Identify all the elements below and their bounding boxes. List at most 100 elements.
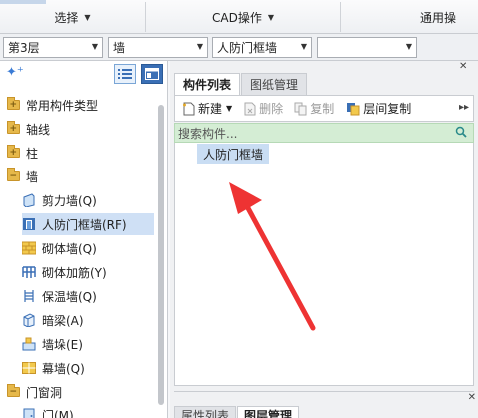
ribbon: 选择 ▼ CAD操作 ▼ 通用操 (0, 0, 478, 34)
tree-item-insulation-wall[interactable]: 保温墙(Q) (22, 285, 154, 307)
tree-item-label: 幕墙(Q) (42, 361, 85, 376)
sparkle-icon[interactable]: ✦⁺ (6, 65, 24, 80)
tree-item-label: 保温墙(Q) (42, 289, 97, 304)
floor-select[interactable]: 第3层 ▼ (3, 37, 103, 58)
tab-properties[interactable]: 属性列表 (174, 406, 237, 418)
tree-item-hidden-beam[interactable]: 暗梁(A) (22, 309, 154, 331)
tree-folder-column[interactable]: + 柱 (6, 142, 156, 164)
shear-wall-icon (22, 193, 36, 207)
ribbon-separator (340, 2, 341, 32)
tree-item-label: 门(M) (42, 408, 74, 418)
panel-tabs: 构件列表 图纸管理 (174, 73, 308, 95)
masonry-reinforcement-icon (22, 265, 36, 279)
door-icon (22, 408, 36, 418)
tree-item-civil-defense-wall[interactable]: 人防门框墙(RF) (22, 213, 154, 235)
tab-layer-management[interactable]: 图层管理 (237, 406, 300, 418)
ribbon-group-general[interactable]: 通用操 (420, 0, 478, 34)
wall-pier-icon (22, 337, 36, 351)
category-select-value: 墙 (113, 41, 126, 55)
tree-folder-wall[interactable]: − 墙 (6, 165, 156, 187)
chevron-down-icon: ▼ (267, 12, 274, 22)
ribbon-group-label: CAD操作 (212, 10, 262, 25)
chevron-down-icon: ▼ (84, 12, 91, 22)
tree-item-label: 剪力墙(Q) (42, 193, 97, 208)
new-button-label: 新建 (198, 102, 223, 116)
chevron-down-icon: ▼ (196, 42, 203, 51)
tree-item-curtain-wall[interactable]: 幕墙(Q) (22, 357, 154, 379)
tree-item-label: 暗梁(A) (42, 313, 84, 328)
tree-item-door[interactable]: 门(M) (22, 404, 154, 418)
tree-scrollbar[interactable] (157, 93, 165, 418)
tree-item-masonry-reinforcement[interactable]: 砌体加筋(Y) (22, 261, 154, 283)
delete-icon (242, 102, 256, 116)
new-button[interactable]: 新建 ▼ (181, 100, 232, 117)
folder-icon: + (6, 97, 20, 112)
bottom-tabs: 属性列表 图层管理 (174, 406, 300, 418)
folder-open-icon: − (6, 168, 20, 183)
ribbon-group-label: 通用操 (420, 10, 457, 25)
subtype-select-value: 人防门框墙 (217, 41, 278, 55)
tree-item-label: 墙垛(E) (42, 337, 83, 352)
category-select[interactable]: 墙 ▼ (108, 37, 208, 58)
tree-folder-common[interactable]: + 常用构件类型 (6, 94, 156, 116)
delete-button-label: 删除 (259, 102, 284, 116)
floor-copy-icon (346, 102, 360, 116)
ribbon-group-label: 选择 (54, 10, 79, 25)
scrollbar-thumb[interactable] (158, 105, 164, 405)
overflow-chevron-icon[interactable]: ▸▸ (459, 102, 469, 113)
ribbon-group-select[interactable]: 选择 ▼ (0, 0, 145, 34)
tree-item-label: 柱 (26, 146, 39, 161)
component-list: 人防门框墙 (174, 143, 474, 386)
close-icon[interactable]: ✕ (468, 392, 476, 403)
tree-item-masonry-wall[interactable]: 砌体墙(Q) (22, 237, 154, 259)
chevron-down-icon: ▼ (226, 104, 233, 113)
component-list-panel: ✕ 构件列表 图纸管理 新建 ▼ 删除 复制 层间复制 ▸▸ 搜索构件... 人… (170, 61, 478, 418)
search-icon[interactable] (455, 126, 467, 141)
tree-folder-door-window[interactable]: − 门窗洞 (6, 381, 156, 403)
icon-view-button[interactable] (141, 64, 163, 84)
component-search[interactable]: 搜索构件... (174, 123, 474, 143)
tree-item-label: 砌体加筋(Y) (42, 265, 107, 280)
chevron-down-icon: ▼ (91, 42, 98, 51)
navigation-panel: ✦⁺ + 常用构件类型 + 轴线 + 柱 − 墙 剪力墙(Q) 人防门框墙(RF… (0, 61, 168, 418)
tree-item-label: 轴线 (26, 122, 51, 137)
component-toolbar: 新建 ▼ 删除 复制 层间复制 ▸▸ (174, 95, 474, 122)
floor-select-value: 第3层 (8, 41, 40, 55)
navigation-toolbar: ✦⁺ (0, 61, 168, 89)
properties-panel-header: ✕ 属性列表 图层管理 (174, 391, 476, 418)
copy-button[interactable]: 复制 (293, 100, 334, 117)
delete-button[interactable]: 删除 (242, 100, 283, 117)
list-view-icon (118, 69, 132, 79)
tree-item-label: 门窗洞 (26, 385, 63, 400)
tree-item-label: 砌体墙(Q) (42, 241, 97, 256)
tree-item-label: 常用构件类型 (26, 98, 99, 113)
floor-copy-button-label: 层间复制 (363, 102, 412, 116)
copy-icon (293, 102, 307, 116)
insulation-wall-icon (22, 289, 36, 303)
tree-folder-axis[interactable]: + 轴线 (6, 118, 156, 140)
list-view-button[interactable] (114, 64, 136, 84)
subtype-select[interactable]: 人防门框墙 ▼ (212, 37, 312, 58)
search-placeholder: 搜索构件... (178, 126, 238, 141)
component-select[interactable]: ▼ (317, 37, 417, 58)
tree-item-shear-wall[interactable]: 剪力墙(Q) (22, 189, 154, 211)
tree-item-label: 人防门框墙(RF) (42, 217, 127, 232)
tab-drawing-management[interactable]: 图纸管理 (241, 73, 308, 95)
close-icon[interactable]: ✕ (459, 61, 467, 72)
chevron-down-icon: ▼ (300, 42, 307, 51)
ribbon-group-cad[interactable]: CAD操作 ▼ (146, 0, 340, 34)
list-item[interactable]: 人防门框墙 (197, 144, 270, 164)
folder-open-icon: − (6, 384, 20, 399)
window-view-icon (145, 68, 159, 80)
tab-component-list[interactable]: 构件列表 (174, 73, 241, 95)
new-document-icon (181, 102, 195, 116)
tree-item-label: 墙 (26, 169, 39, 184)
curtain-wall-icon (22, 361, 36, 375)
copy-button-label: 复制 (310, 102, 335, 116)
folder-icon: + (6, 121, 20, 136)
floor-copy-button[interactable]: 层间复制 (346, 100, 411, 117)
civil-defense-door-wall-icon (22, 217, 36, 231)
tree-item-wall-pier[interactable]: 墙垛(E) (22, 333, 154, 355)
hidden-beam-icon (22, 313, 36, 327)
folder-icon: + (6, 145, 20, 160)
